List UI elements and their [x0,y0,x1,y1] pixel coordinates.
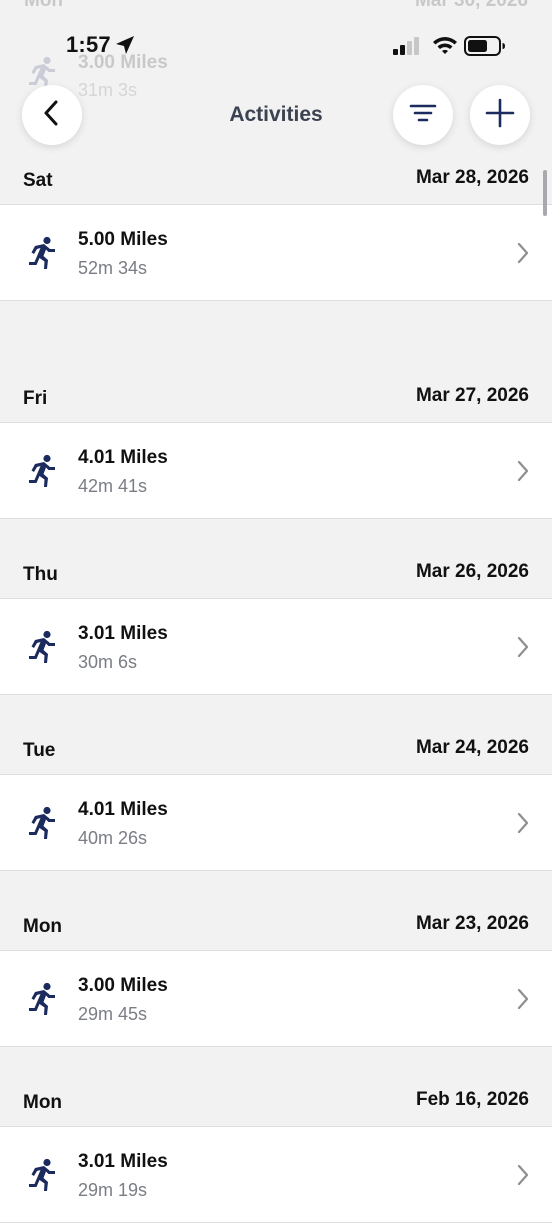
distance-label: 3.01 Miles [78,623,168,644]
activity-row[interactable]: 3.00 Miles 29m 45s [0,950,552,1047]
running-icon [26,236,60,277]
chevron-right-icon [516,460,530,487]
duration-label: 52m 34s [78,258,148,278]
filter-icon [409,103,437,128]
date-label: Mar 28, 2026 [415,167,529,188]
add-activity-button[interactable] [470,85,530,145]
activity-row[interactable]: 4.01 Miles 40m 26s [0,774,552,871]
distance-label: 4.01 Miles [78,799,168,820]
chevron-right-icon [516,812,530,839]
distance-label: 4.01 Miles [78,447,168,468]
wifi-icon [432,35,458,60]
running-icon [26,1158,60,1199]
chevron-right-icon [516,988,530,1015]
date-label: Mar 26, 2026 [415,561,529,582]
weekday-label: Mon [23,1092,63,1113]
weekday-label: Thu [23,564,58,585]
location-arrow-icon [114,34,136,61]
plus-icon [485,98,515,133]
date-label: Mar 23, 2026 [415,913,529,934]
date-label: Mar 24, 2026 [415,737,529,758]
status-bar: 1:57 [0,0,552,80]
section-header: Sat Mar 28, 2026 [0,150,552,204]
battery-icon [464,36,506,61]
status-time: 1:57 [66,32,111,57]
scroll-indicator[interactable] [543,170,547,216]
section-header: Mon Feb 16, 2026 [0,1047,552,1126]
navigation-bar: Activities [0,82,552,150]
duration-label: 29m 19s [78,1180,148,1200]
distance-label: 3.01 Miles [78,1151,168,1172]
chevron-right-icon [516,242,530,269]
distance-label: 5.00 Miles [78,229,168,250]
section-header: Fri Mar 27, 2026 [0,368,552,422]
filter-button[interactable] [393,85,453,145]
duration-label: 29m 45s [78,1004,148,1024]
running-icon [26,630,60,671]
distance-label: 3.00 Miles [78,975,168,996]
weekday-label: Tue [23,740,56,761]
activity-row[interactable]: 3.01 Miles 30m 6s [0,598,552,695]
activity-row[interactable]: 5.00 Miles 52m 34s [0,204,552,301]
weekday-label: Mon [23,916,63,937]
duration-label: 42m 41s [78,476,148,496]
chevron-right-icon [516,1164,530,1191]
weekday-label: Fri [23,388,48,409]
running-icon [26,982,60,1023]
date-label: Mar 27, 2026 [415,385,529,406]
section-header: Mon Mar 23, 2026 [0,871,552,950]
weekday-label: Sat [23,170,53,191]
cellular-signal-icon [393,37,423,60]
section-header: Thu Mar 26, 2026 [0,519,552,598]
section-header: Tue Mar 24, 2026 [0,695,552,774]
date-label: Feb 16, 2026 [415,1089,529,1110]
activity-row[interactable]: 4.01 Miles 42m 41s [0,422,552,519]
duration-label: 40m 26s [78,828,148,848]
running-icon [26,806,60,847]
duration-label: 30m 6s [78,652,138,672]
chevron-right-icon [516,636,530,663]
running-icon [26,454,60,495]
activity-list: Sat Mar 28, 2026 5.00 Miles 52m 34s Fri … [0,150,552,1223]
activity-row[interactable]: 3.01 Miles 29m 19s [0,1126,552,1223]
